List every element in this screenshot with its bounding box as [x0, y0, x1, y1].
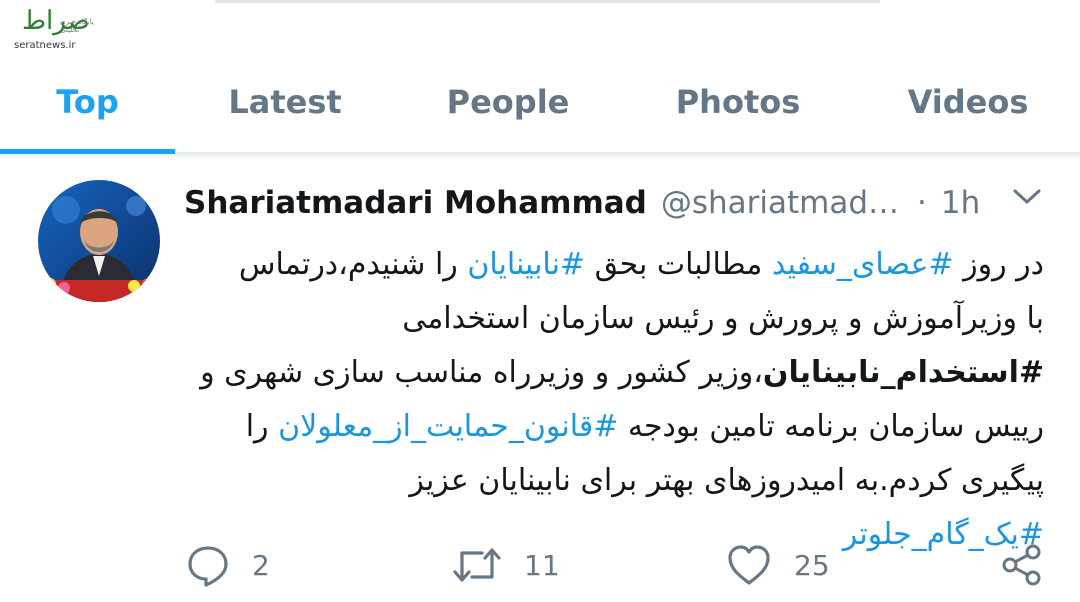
text-segment: ،وزیر کشور و وزیرراه مناسب سازی شهری و — [200, 355, 763, 390]
search-tabs: Top Latest People Photos Videos — [0, 52, 1080, 154]
author-name[interactable]: Shariatmadari Mohammad — [184, 185, 647, 221]
tab-top[interactable]: Top — [0, 52, 175, 152]
reply-count: 2 — [252, 548, 270, 582]
share-button[interactable] — [1000, 540, 1044, 590]
tweet-header: Shariatmadari Mohammad @shariatmad… · 1h — [184, 178, 980, 228]
author-handle[interactable]: @shariatmad… — [661, 185, 899, 221]
reply-button[interactable]: 2 — [186, 540, 270, 590]
tweet-time[interactable]: 1h — [941, 185, 980, 221]
separator-dot: · — [917, 185, 927, 221]
like-icon — [726, 543, 772, 587]
tab-people-label: People — [446, 83, 570, 121]
hashtag-link[interactable]: #نابینایان — [467, 247, 585, 282]
watermark-logo: صراط پایگاه خبری تحلیلی seratnews.ir — [14, 6, 100, 54]
hashtag-link[interactable]: #عصای_سفید — [772, 247, 954, 282]
tweet-actions: 2 11 25 — [0, 540, 1080, 590]
hashtag-link[interactable]: #قانون_حمایت_از_معلولان — [278, 409, 618, 444]
text-segment: پیگیری کردم.به امیدروزهای بهتر برای نابی… — [409, 463, 1044, 498]
tweet[interactable]: Shariatmadari Mohammad @shariatmad… · 1h… — [0, 160, 1080, 602]
logo-url: seratnews.ir — [14, 40, 76, 51]
like-button[interactable]: 25 — [726, 540, 830, 590]
tweet-line-2: با وزیرآموزش و پرورش و رئیس سازمان استخد… — [190, 292, 1044, 346]
share-icon — [1000, 543, 1044, 587]
tab-top-label: Top — [56, 83, 119, 121]
reply-icon — [186, 543, 230, 587]
text-segment: مطالبات بحق — [585, 247, 772, 282]
tweet-line-3: #استخدام_نابینایان،وزیر کشور و وزیرراه م… — [190, 346, 1044, 400]
text-segment: را — [245, 409, 279, 444]
tab-photos-label: Photos — [675, 83, 801, 121]
like-count: 25 — [794, 548, 830, 582]
retweet-button[interactable]: 11 — [452, 540, 560, 590]
tweet-line-5: پیگیری کردم.به امیدروزهای بهتر برای نابی… — [190, 454, 1044, 508]
tab-people[interactable]: People — [420, 52, 596, 152]
text-segment: با وزیرآموزش و پرورش و رئیس سازمان استخد… — [402, 301, 1044, 336]
retweet-icon — [452, 543, 502, 587]
tweet-line-1: در روز #عصای_سفید مطالبات بحق #نابینایان… — [190, 238, 1044, 292]
hashtag-link-bold[interactable]: #استخدام_نابینایان — [763, 355, 1044, 390]
retweet-count: 11 — [524, 548, 560, 582]
tab-videos[interactable]: Videos — [880, 52, 1056, 152]
logo-tagline: پایگاه خبری تحلیلی — [60, 18, 94, 34]
text-segment: را شنیدم،درتماس — [238, 247, 468, 282]
tab-latest[interactable]: Latest — [200, 52, 370, 152]
text-segment: در روز — [953, 247, 1044, 282]
chevron-down-icon[interactable] — [1010, 186, 1044, 208]
tweet-text: در روز #عصای_سفید مطالبات بحق #نابینایان… — [190, 238, 1044, 562]
tweet-line-4: رییس سازمان برنامه تامین بودجه #قانون_حم… — [190, 400, 1044, 454]
top-divider — [215, 0, 880, 3]
tab-photos[interactable]: Photos — [650, 52, 826, 152]
tab-videos-label: Videos — [907, 83, 1029, 121]
avatar[interactable] — [38, 180, 160, 302]
text-segment: رییس سازمان برنامه تامین بودجه — [618, 409, 1044, 444]
tab-latest-label: Latest — [228, 83, 342, 121]
